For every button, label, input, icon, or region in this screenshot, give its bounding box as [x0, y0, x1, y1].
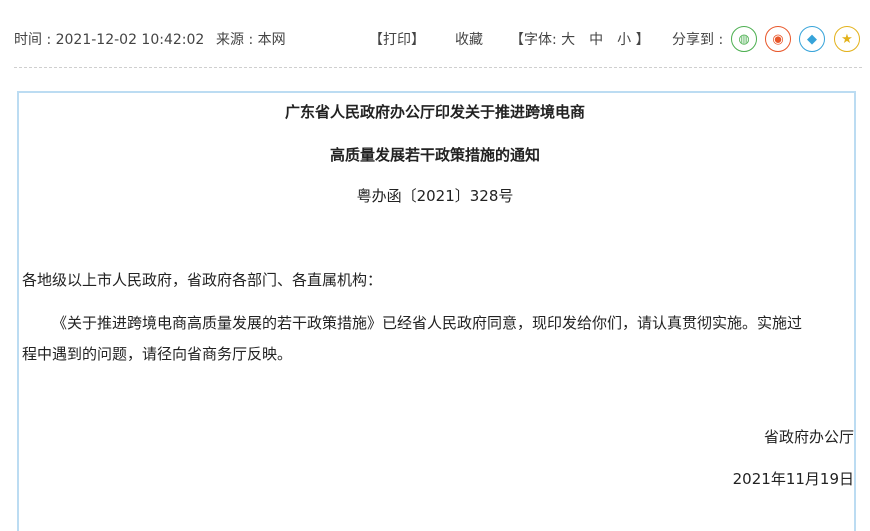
- qzone-icon[interactable]: ★: [834, 26, 860, 52]
- divider: [14, 67, 862, 68]
- wechat-icon[interactable]: ◍: [731, 26, 757, 52]
- body-paragraph-line2: 程中遇到的问题，请径向省商务厅反映。: [22, 345, 293, 363]
- body-paragraph-line1: 《关于推进跨境电商高质量发展的若干政策措施》已经省人民政府同意，现印发给你们，请…: [52, 314, 803, 332]
- weibo-icon[interactable]: ◉: [765, 26, 791, 52]
- document-title-line1: 广东省人民政府办公厅印发关于推进跨境电商: [284, 103, 585, 121]
- document-title-line2: 高质量发展若干政策措施的通知: [329, 146, 540, 164]
- issue-date: 2021年11月19日: [732, 470, 854, 488]
- publish-time: 时间 : 2021-12-02 10:42:02: [14, 32, 205, 48]
- article-meta-bar: 时间 : 2021-12-02 10:42:02 来源 : 本网 【打印】 收藏…: [0, 0, 870, 68]
- signatory: 省政府办公厅: [763, 428, 854, 446]
- font-size-switcher[interactable]: 【字体: 大 中 小 】: [510, 31, 650, 49]
- qq-icon[interactable]: ◆: [799, 26, 825, 52]
- favorite-link[interactable]: 收藏: [455, 31, 483, 49]
- document-number: 粤办函〔2021〕328号: [356, 187, 514, 205]
- source-label: 来源 : 本网: [216, 32, 286, 48]
- salutation: 各地级以上市人民政府，省政府各部门、各直属机构：: [22, 271, 383, 289]
- share-label: 分享到 :: [672, 32, 724, 48]
- print-link[interactable]: 【打印】: [369, 31, 425, 49]
